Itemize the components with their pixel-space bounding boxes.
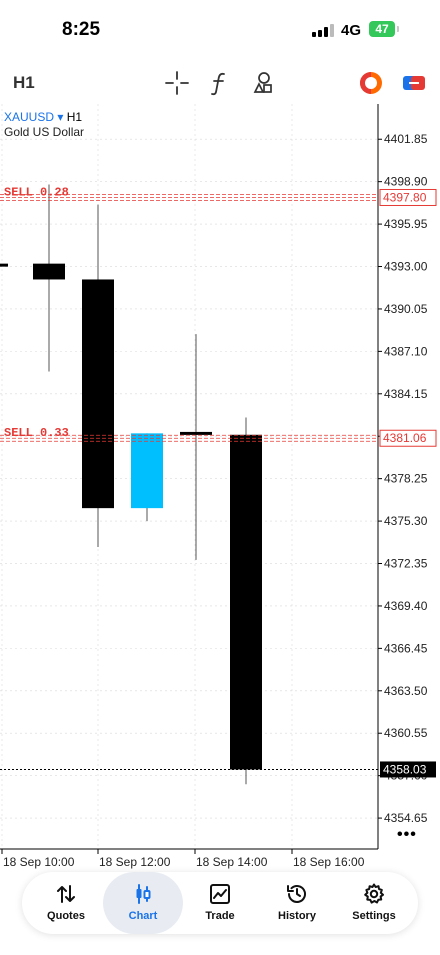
candlestick-chart[interactable]: 4401.85 4398.90 4395.95 4393.00 4390.05 4387.…	[0, 104, 440, 874]
price-tick-label: 4369.40	[384, 599, 428, 613]
time-tick-label: 18 Sep 14:00	[196, 855, 268, 869]
time-tick-label: 18 Sep 12:00	[99, 855, 171, 869]
indicators-icon[interactable]	[207, 70, 233, 96]
candle-body	[0, 263, 8, 267]
time-tick-label: 18 Sep 10:00	[3, 855, 75, 869]
price-chart[interactable]: 4401.85 4398.90 4395.95 4393.00 4390.05 4387.…	[0, 104, 440, 874]
chart-timeframe: H1	[66, 110, 83, 124]
price-tick-label: 4384.15	[384, 387, 428, 401]
symbol-description: Gold US Dollar	[4, 125, 85, 139]
price-tick-label: 4390.05	[384, 302, 428, 316]
current-price-label: 4358.03	[383, 762, 427, 776]
cellular-signal-icon	[312, 24, 334, 37]
settings-icon	[364, 883, 384, 904]
price-tick-label: 4398.90	[384, 175, 428, 189]
timeframe-selector[interactable]: H1	[13, 73, 35, 93]
price-tick-label: 4363.50	[384, 684, 428, 698]
chart-switch-icon[interactable]	[401, 70, 427, 96]
network-type: 4G	[341, 22, 362, 39]
nav-quotes[interactable]: Quotes	[26, 872, 106, 934]
nav-settings[interactable]: Settings	[334, 872, 414, 934]
nav-chart[interactable]: Chart	[103, 872, 183, 934]
bottom-navigation: Quotes Chart Trade History Settings	[22, 872, 418, 934]
price-tick-label: 4378.25	[384, 472, 428, 486]
nav-label: Trade	[205, 910, 235, 922]
order-level-label: SELL 0.28	[4, 185, 69, 199]
nav-trade[interactable]: Trade	[180, 872, 260, 934]
chart-icon	[136, 884, 151, 904]
price-tick-label: 4372.35	[384, 557, 428, 571]
candle-body	[131, 433, 163, 509]
chevron-down-icon: ▾	[57, 110, 64, 124]
more-options-icon[interactable]: •••	[397, 826, 417, 844]
battery-icon: 47	[369, 21, 395, 37]
candle-body	[230, 434, 262, 770]
chart-toolbar: H1	[0, 62, 440, 104]
candle-body	[82, 279, 114, 509]
time-tick-label: 18 Sep 16:00	[293, 855, 365, 869]
crosshair-icon[interactable]	[164, 70, 190, 96]
chart-symbol-header[interactable]: XAUUSD ▾ H1	[4, 110, 82, 124]
chart-symbol[interactable]: XAUUSD	[4, 110, 54, 124]
nav-label: Settings	[352, 910, 396, 922]
candle-body	[180, 431, 212, 435]
nav-history[interactable]: History	[257, 872, 337, 934]
trade-icon	[210, 884, 230, 904]
candle-body	[33, 263, 65, 280]
nav-label: Chart	[128, 910, 158, 922]
price-tick-label: 4360.55	[384, 726, 428, 740]
price-tick-label: 4366.45	[384, 641, 428, 655]
price-tick-label: 4393.00	[384, 260, 428, 274]
battery-tip	[397, 26, 399, 32]
trade-logo-icon[interactable]	[358, 70, 384, 96]
nav-label: History	[278, 910, 316, 922]
price-tick-label: 4354.65	[384, 811, 428, 825]
status-time: 8:25	[62, 19, 101, 40]
price-tick-label: 4375.30	[384, 514, 428, 528]
nav-label: Quotes	[47, 910, 85, 922]
order-price-label: 4381.06	[383, 431, 427, 445]
history-icon	[287, 885, 306, 903]
order-level-label: SELL 0.33	[4, 426, 69, 440]
quotes-icon	[57, 885, 75, 903]
price-tick-label: 4387.10	[384, 344, 428, 358]
price-tick-label: 4395.95	[384, 217, 428, 231]
price-tick-label: 4401.85	[384, 132, 428, 146]
order-price-label: 4397.80	[383, 190, 427, 204]
status-bar: 8:25 4G 47	[0, 0, 440, 60]
objects-icon[interactable]	[249, 70, 275, 96]
